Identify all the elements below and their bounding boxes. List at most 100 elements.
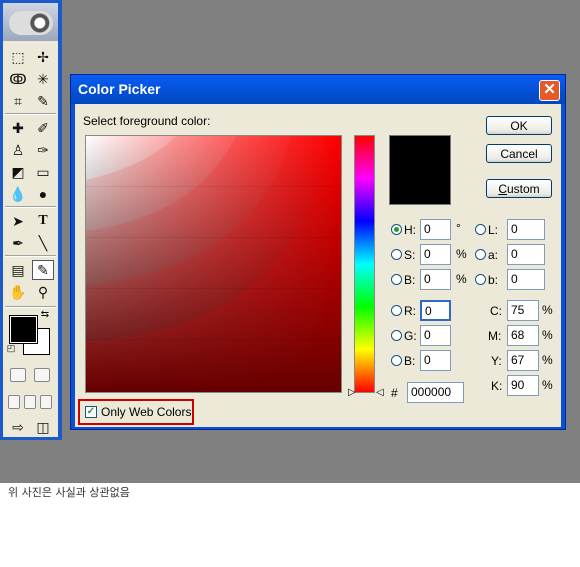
radio-b-channel[interactable]: [475, 274, 486, 285]
percent-unit: %: [542, 353, 553, 367]
healing-brush-icon[interactable]: ✚: [7, 118, 29, 138]
radio-blue[interactable]: [391, 355, 402, 366]
dialog-title: Color Picker: [78, 81, 161, 97]
clone-stamp-icon[interactable]: ♙: [7, 140, 29, 160]
close-button[interactable]: ✕: [539, 80, 560, 101]
magic-wand-tool-icon[interactable]: ✳: [32, 69, 54, 89]
red-field[interactable]: 0: [420, 300, 451, 321]
type-tool-icon[interactable]: T: [32, 211, 54, 231]
hand-tool-icon[interactable]: ✋: [7, 282, 29, 302]
percent-unit: %: [542, 378, 553, 392]
cyan-field[interactable]: 75: [507, 300, 539, 321]
saturation-field[interactable]: 0: [420, 244, 451, 265]
green-field[interactable]: 0: [420, 325, 451, 346]
blur-tool-icon[interactable]: 💧: [7, 184, 29, 204]
only-web-colors-label: Only Web Colors: [101, 405, 192, 419]
percent-unit: %: [542, 328, 553, 342]
eraser-tool-icon[interactable]: ◩: [7, 162, 29, 182]
magenta-field[interactable]: 68: [507, 325, 539, 346]
line-tool-icon[interactable]: ╲: [32, 233, 54, 253]
swap-colors-icon[interactable]: ⇆: [39, 308, 51, 320]
adobe-eye-icon: [9, 11, 53, 35]
radio-green[interactable]: [391, 330, 402, 341]
color-field[interactable]: [85, 135, 342, 393]
red-label: R:: [404, 304, 416, 318]
only-web-colors-checkbox[interactable]: ✓: [85, 406, 97, 418]
lightness-field[interactable]: 0: [507, 219, 545, 240]
lightness-label: L:: [488, 223, 499, 237]
history-brush-icon[interactable]: ✑: [32, 140, 54, 160]
notes-tool-icon[interactable]: ▤: [7, 260, 29, 280]
custom-label-mnemonic: C: [498, 182, 507, 196]
cancel-button[interactable]: Cancel: [486, 144, 552, 163]
crop-tool-icon[interactable]: ⌗: [7, 91, 29, 111]
hue-label: H:: [404, 223, 416, 237]
quick-mask-button[interactable]: [34, 368, 50, 382]
marquee-tool-icon[interactable]: ⬚: [7, 47, 29, 67]
hue-slider-right-arrow[interactable]: ◁: [376, 387, 384, 398]
hue-field[interactable]: 0: [420, 219, 451, 240]
black-field[interactable]: 90: [507, 375, 539, 396]
b-channel-label: b:: [488, 273, 499, 287]
saturation-label: S:: [404, 248, 416, 262]
lasso-tool-icon[interactable]: ↂ: [7, 69, 29, 89]
radio-red[interactable]: [391, 305, 402, 316]
screen-mode-1-button[interactable]: [8, 395, 20, 409]
screen-mode-3-button[interactable]: [40, 395, 52, 409]
hue-slider[interactable]: [354, 135, 375, 393]
eyedropper-tool-icon[interactable]: ✎: [32, 260, 54, 280]
color-field-gradient: [86, 136, 341, 392]
blue-field[interactable]: 0: [420, 350, 451, 371]
ok-button[interactable]: OK: [486, 116, 552, 135]
radio-hue[interactable]: [391, 224, 402, 235]
radio-brightness[interactable]: [391, 274, 402, 285]
blue-label: B:: [404, 354, 416, 368]
cyan-label: C:: [490, 304, 502, 318]
a-channel-field[interactable]: 0: [507, 244, 545, 265]
magenta-label: M:: [488, 329, 502, 343]
screen-mode-2-button[interactable]: [24, 395, 36, 409]
path-select-icon[interactable]: ➤: [7, 211, 29, 231]
foreground-color-swatch[interactable]: [9, 315, 38, 344]
brightness-label: B:: [404, 273, 416, 287]
color-picker-dialog: Color Picker ✕ Select foreground color:: [70, 74, 566, 430]
pen-tool-icon[interactable]: ✒: [7, 233, 29, 253]
black-label: K:: [491, 379, 503, 393]
percent-unit: %: [456, 247, 467, 261]
move-tool-icon[interactable]: ✢: [32, 47, 54, 67]
imageready-icon[interactable]: ◫: [32, 417, 54, 437]
percent-unit: %: [542, 303, 553, 317]
radio-saturation[interactable]: [391, 249, 402, 260]
toolbox: ⬚ ✢ ↂ ✳ ⌗ ✎ ✚ ✐ ♙ ✑ ◩ ▭ 💧 ● ➤ T ✒ ╲ ▤ ✎ …: [0, 0, 62, 440]
standard-mode-button[interactable]: [10, 368, 26, 382]
brush-tool-icon[interactable]: ✐: [32, 118, 54, 138]
custom-button[interactable]: Custom: [486, 179, 552, 198]
yellow-field[interactable]: 67: [507, 350, 539, 371]
default-colors-icon[interactable]: ◰: [6, 343, 16, 353]
b-channel-field[interactable]: 0: [507, 269, 545, 290]
dodge-tool-icon[interactable]: ●: [32, 184, 54, 204]
color-preview-swatch: [389, 135, 451, 205]
percent-unit: %: [456, 272, 467, 286]
image-caption: 위 사진은 사실과 상관없음: [8, 486, 130, 499]
yellow-label: Y:: [491, 354, 502, 368]
radio-lightness[interactable]: [475, 224, 486, 235]
dialog-titlebar[interactable]: Color Picker ✕: [71, 75, 565, 104]
gradient-tool-icon[interactable]: ▭: [32, 162, 54, 182]
select-foreground-label: Select foreground color:: [83, 114, 211, 128]
jump-to-imageready-icon[interactable]: ⇨: [7, 417, 29, 437]
brightness-field[interactable]: 0: [420, 269, 451, 290]
only-web-colors-highlight: ✓ Only Web Colors: [78, 399, 194, 425]
dialog-body: Select foreground color: ▷ ◁ OK Cancel C…: [75, 104, 561, 427]
hex-prefix: #: [391, 386, 398, 400]
toolbox-header[interactable]: [3, 3, 58, 41]
degree-unit: °: [456, 221, 461, 235]
green-label: G:: [404, 329, 417, 343]
custom-label: ustom: [506, 182, 540, 196]
radio-a-channel[interactable]: [475, 249, 486, 260]
hue-slider-left-arrow[interactable]: ▷: [348, 387, 356, 398]
hex-field[interactable]: 000000: [407, 382, 464, 403]
a-channel-label: a:: [488, 248, 499, 262]
zoom-tool-icon[interactable]: ⚲: [32, 282, 54, 302]
slice-tool-icon[interactable]: ✎: [32, 91, 54, 111]
